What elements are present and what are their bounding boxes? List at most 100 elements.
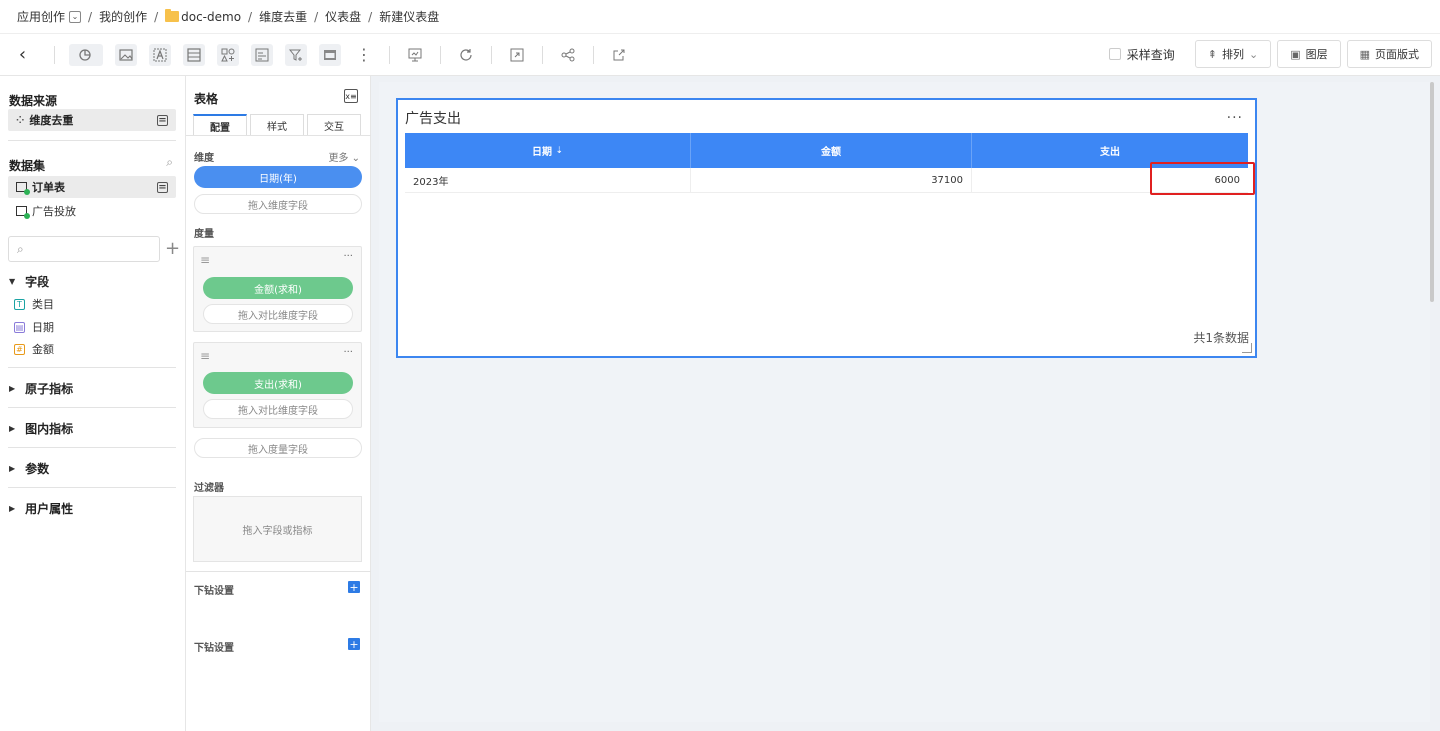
drill-label: 下钻设置 <box>194 586 234 597</box>
dimension-pill[interactable]: 日期(年) <box>194 166 362 188</box>
table-icon <box>16 182 30 195</box>
tree-user-attrs[interactable]: ▶ 用户属性 <box>9 500 73 517</box>
copy-icon[interactable]: = <box>157 114 168 126</box>
tree-fields[interactable]: ▼ 字段 <box>9 273 49 290</box>
table-widget[interactable]: 广告支出 ··· 日期 ⇣ 金额 支出 2023年 37100 6000 共1条… <box>396 98 1257 358</box>
more-icon[interactable]: ··· <box>343 347 353 358</box>
field-item[interactable]: T 类目 <box>14 296 54 312</box>
panel-title: 表格 <box>194 92 219 106</box>
breadcrumb-item[interactable]: 仪表盘 <box>325 8 361 25</box>
component-icon[interactable] <box>217 43 239 66</box>
search-icon[interactable]: ⌕ <box>166 155 173 170</box>
filter-dropzone[interactable]: 拖入字段或指标 <box>193 496 362 562</box>
left-panel: 数据来源 ⁘ 维度去重 = 数据集 ⌕ 订单表 = 广告投放 ⌕ + ▼ 字段 … <box>0 76 186 731</box>
export-excel-icon[interactable]: x≡ <box>344 89 358 103</box>
table-icon <box>16 206 30 219</box>
chevron-down-icon[interactable]: ⌄ <box>69 10 82 23</box>
measure-label: 度量 <box>194 229 214 240</box>
tree-atomic-metrics[interactable]: ▶ 原子指标 <box>9 380 73 397</box>
more-icon[interactable]: ··· <box>1227 110 1243 126</box>
sort-icon: ⇣ <box>555 145 564 156</box>
tree-params[interactable]: ▶ 参数 <box>9 460 49 477</box>
export-icon[interactable] <box>608 44 630 66</box>
image-icon[interactable] <box>115 43 137 66</box>
resize-handle[interactable] <box>1242 343 1252 353</box>
widget-title: 广告支出 <box>405 111 461 127</box>
add-drill-icon[interactable]: + <box>348 638 360 651</box>
text-icon[interactable] <box>149 43 171 66</box>
toolbar-right: 采样查询 ⇞ 排列 ⌄ ▣ 图层 ▦ 页面版式 <box>1108 40 1432 68</box>
table-row: 2023年 37100 6000 <box>405 168 1248 193</box>
scrollbar[interactable] <box>1430 82 1434 302</box>
caret-right-icon: ▶ <box>9 424 16 433</box>
chevron-down-icon: ⌄ <box>1248 47 1259 61</box>
preview-icon[interactable] <box>404 44 426 66</box>
breadcrumb-item[interactable]: doc-demo <box>181 10 241 24</box>
tab-style[interactable]: 样式 <box>250 114 304 136</box>
page-layout-button[interactable]: ▦ 页面版式 <box>1346 40 1432 68</box>
filter-label: 过滤器 <box>194 483 224 494</box>
breadcrumb-item[interactable]: 维度去重 <box>259 8 307 25</box>
field-item[interactable]: ▤ 日期 <box>14 319 54 335</box>
more-button[interactable]: 更多 ⌄ <box>328 149 360 164</box>
data-table: 日期 ⇣ 金额 支出 2023年 37100 6000 <box>405 133 1248 193</box>
number-field-icon: # <box>14 343 25 355</box>
caret-right-icon: ▶ <box>9 504 16 513</box>
canvas-area: 广告支出 ··· 日期 ⇣ 金额 支出 2023年 37100 6000 共1条… <box>379 82 1430 722</box>
compare-dropzone[interactable]: 拖入对比维度字段 <box>203 399 353 419</box>
folder-icon <box>165 9 180 22</box>
field-item[interactable]: # 金额 <box>14 341 54 357</box>
layers-icon: ▣ <box>1290 47 1301 61</box>
grid-icon: ▦ <box>1359 47 1370 61</box>
sample-query-checkbox[interactable]: 采样查询 <box>1108 46 1175 63</box>
layers-button[interactable]: ▣ 图层 <box>1277 40 1341 68</box>
menu-icon[interactable]: ≡ <box>200 253 210 267</box>
apps-icon: ⁘ <box>16 114 25 126</box>
share-icon[interactable] <box>557 44 579 66</box>
breadcrumb: 应用创作 ⌄ / 我的创作 / doc-demo / 维度去重 / 仪表盘 / … <box>0 0 1440 34</box>
arrange-button[interactable]: ⇞ 排列 ⌄ <box>1194 40 1272 68</box>
column-header-date[interactable]: 日期 ⇣ <box>405 133 691 168</box>
more-icon[interactable]: ··· <box>343 251 353 262</box>
add-chart-icon[interactable] <box>69 43 103 66</box>
measure-pill[interactable]: 支出(求和) <box>203 372 353 394</box>
caret-right-icon: ▶ <box>9 384 16 393</box>
text-field-icon: T <box>14 298 25 310</box>
measure-pill[interactable]: 金额(求和) <box>203 277 353 299</box>
table-icon[interactable] <box>183 43 205 66</box>
add-icon[interactable]: + <box>165 238 180 259</box>
search-icon: ⌕ <box>17 241 24 256</box>
filter-component-icon[interactable] <box>251 43 273 66</box>
dimension-label: 维度 <box>194 153 214 164</box>
dataset-item-ad[interactable]: 广告投放 <box>16 203 76 219</box>
tree-chart-metrics[interactable]: ▶ 图内指标 <box>9 420 73 437</box>
refresh-icon[interactable] <box>455 44 477 66</box>
config-tabs: 配置 样式 交互 <box>193 114 361 136</box>
date-field-icon: ▤ <box>14 321 25 333</box>
breadcrumb-item[interactable]: 我的创作 <box>99 8 147 25</box>
add-drill-icon[interactable]: + <box>348 581 360 594</box>
datasource-title: 数据来源 <box>9 94 58 108</box>
search-input[interactable]: ⌕ <box>8 236 160 262</box>
tab-config[interactable]: 配置 <box>193 114 247 136</box>
checkbox[interactable] <box>1108 48 1121 60</box>
back-icon[interactable]: ‹ <box>0 34 46 76</box>
datasource-item[interactable]: ⁘ 维度去重 = <box>8 109 176 131</box>
caret-down-icon: ▼ <box>9 277 16 286</box>
tab-interaction[interactable]: 交互 <box>307 114 361 136</box>
column-header-amount[interactable]: 金额 <box>691 133 972 168</box>
copy-icon[interactable]: = <box>157 181 168 193</box>
measure-dropzone[interactable]: 拖入度量字段 <box>194 438 362 458</box>
fullscreen-icon[interactable] <box>506 44 528 66</box>
filter-add-icon[interactable] <box>285 43 307 66</box>
compare-dropzone[interactable]: 拖入对比维度字段 <box>203 304 353 324</box>
dashboard-canvas: 广告支出 ··· 日期 ⇣ 金额 支出 2023年 37100 6000 共1条… <box>371 76 1440 731</box>
dataset-item-order[interactable]: 订单表 = <box>8 176 176 198</box>
dimension-dropzone[interactable]: 拖入维度字段 <box>194 194 362 214</box>
breadcrumb-root[interactable]: 应用创作 <box>17 8 65 25</box>
more-vertical-icon[interactable]: ⋮ <box>353 44 375 66</box>
table-cell: 2023年 <box>405 168 691 192</box>
container-icon[interactable] <box>319 43 341 66</box>
menu-icon[interactable]: ≡ <box>200 349 210 363</box>
caret-right-icon: ▶ <box>9 464 16 473</box>
